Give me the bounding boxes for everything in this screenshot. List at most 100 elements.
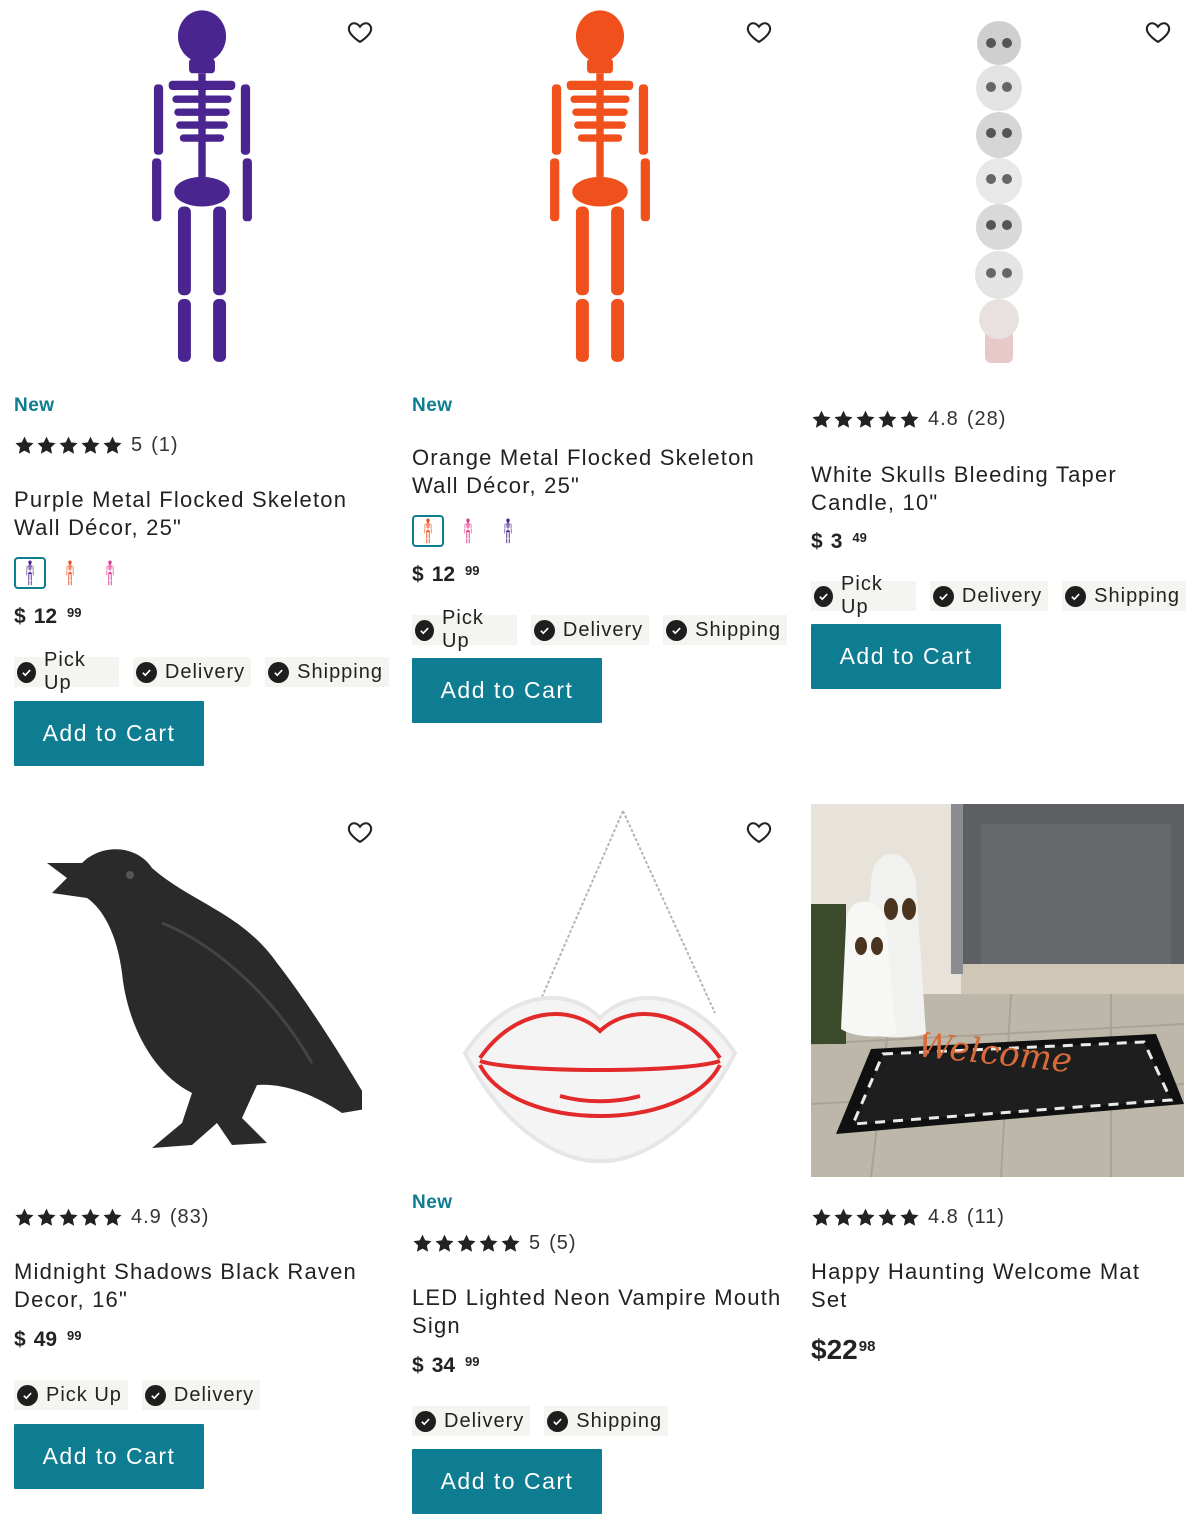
check-circle-icon (1065, 585, 1087, 607)
price-whole: 49 (33, 1328, 58, 1351)
check-circle-icon (144, 1384, 166, 1406)
neon-vampire-lips-image (462, 810, 737, 1163)
price-currency: $ (14, 605, 26, 628)
price-currency: $ (811, 530, 823, 553)
delivery-chip[interactable]: Delivery (132, 657, 252, 687)
rating[interactable]: 5 (1) (14, 434, 179, 457)
pickup-label: Pick Up (46, 1383, 122, 1406)
shipping-chip[interactable]: Shipping (265, 657, 389, 687)
color-swatches (14, 557, 126, 589)
star-rating-icons (811, 409, 920, 430)
star-icon (14, 1207, 35, 1228)
review-count: (83) (169, 1206, 210, 1228)
wishlist-heart-icon[interactable] (743, 816, 775, 848)
swatch-purple[interactable] (492, 515, 524, 547)
rating[interactable]: 4.8 (11) (811, 1206, 1005, 1229)
rating[interactable]: 4.8 (28) (811, 408, 1006, 431)
product-title[interactable]: Midnight Shadows Black Raven Decor, 16" (14, 1258, 384, 1314)
swatch-pink[interactable] (452, 515, 484, 547)
check-circle-icon (533, 619, 555, 641)
star-rating-icons (412, 1233, 521, 1254)
wishlist-heart-icon[interactable] (1142, 16, 1174, 48)
check-circle-icon (415, 1410, 436, 1432)
rating-value: 5 (529, 1232, 542, 1254)
star-icon (80, 435, 101, 456)
swatch-orange[interactable] (412, 515, 444, 547)
product-title[interactable]: Happy Haunting Welcome Mat Set (811, 1258, 1181, 1314)
price-cents: 49 (852, 530, 867, 545)
rating[interactable]: 4.9 (83) (14, 1206, 209, 1229)
star-icon (833, 409, 854, 430)
shipping-chip[interactable]: Shipping (663, 615, 787, 645)
product-title[interactable]: LED Lighted Neon Vampire Mouth Sign (412, 1284, 782, 1340)
wishlist-heart-icon[interactable] (344, 816, 376, 848)
price: $ 49 99 (14, 1328, 82, 1352)
star-icon (833, 1207, 854, 1228)
pickup-chip[interactable]: Pick Up (412, 607, 517, 652)
product-image[interactable] (412, 0, 787, 375)
pickup-chip[interactable]: Pick Up (14, 649, 119, 694)
delivery-chip[interactable]: Delivery (530, 615, 650, 645)
price-currency: $ (412, 1354, 424, 1377)
star-icon (36, 1207, 57, 1228)
add-to-cart-button[interactable]: Add to Cart (14, 701, 204, 766)
product-image[interactable] (14, 800, 389, 1175)
add-to-cart-button[interactable]: Add to Cart (412, 658, 602, 723)
add-to-cart-button[interactable]: Add to Cart (811, 624, 1001, 689)
fulfillment-options: Pick Up Delivery (14, 1380, 261, 1410)
new-badge: New (412, 395, 453, 416)
shipping-chip[interactable]: Shipping (544, 1406, 669, 1436)
price-cents: 99 (465, 1354, 480, 1369)
fulfillment-options: Delivery Shipping (412, 1406, 669, 1436)
review-count: (1) (151, 434, 179, 456)
product-title[interactable]: Purple Metal Flocked Skeleton Wall Décor… (14, 486, 384, 542)
product-image[interactable] (811, 0, 1186, 375)
delivery-label: Delivery (961, 584, 1043, 607)
wishlist-heart-icon[interactable] (743, 16, 775, 48)
star-icon (36, 435, 57, 456)
pickup-label: Pick Up (442, 607, 484, 652)
swatch-purple[interactable] (14, 557, 46, 589)
wishlist-heart-icon[interactable] (344, 16, 376, 48)
product-title[interactable]: White Skulls Bleeding Taper Candle, 10" (811, 461, 1181, 517)
price-whole: 3 (830, 530, 843, 553)
price: $ 34 99 (412, 1354, 480, 1378)
rating[interactable]: 5 (5) (412, 1232, 577, 1255)
swatch-orange[interactable] (54, 557, 86, 589)
delivery-chip[interactable]: Delivery (929, 581, 1049, 611)
product-title[interactable]: Orange Metal Flocked Skeleton Wall Décor… (412, 444, 782, 500)
price-cents: 99 (465, 563, 480, 578)
orange-skeleton-image (540, 3, 660, 373)
shipping-chip[interactable]: Shipping (1062, 581, 1186, 611)
star-icon (877, 1207, 898, 1228)
new-badge: New (412, 1192, 453, 1213)
star-icon (102, 1207, 123, 1228)
check-circle-icon (17, 661, 37, 683)
add-to-cart-button[interactable]: Add to Cart (412, 1449, 602, 1514)
check-circle-icon (135, 661, 157, 683)
price-currency: $ (412, 563, 424, 586)
black-raven-image (46, 848, 362, 1148)
shipping-label: Shipping (297, 660, 383, 683)
new-badge: New (14, 395, 55, 416)
swatch-pink[interactable] (94, 557, 126, 589)
add-to-cart-button[interactable]: Add to Cart (14, 1424, 204, 1489)
check-circle-icon (17, 1384, 38, 1406)
pickup-chip[interactable]: Pick Up (14, 1380, 128, 1410)
product-image[interactable] (14, 0, 389, 375)
price-currency: $ (14, 1328, 26, 1351)
product-image[interactable]: Welcome (811, 804, 1184, 1177)
delivery-chip[interactable]: Delivery (141, 1380, 261, 1410)
delivery-label: Delivery (173, 1383, 255, 1406)
purple-skeleton-image (142, 3, 262, 373)
star-icon (412, 1233, 433, 1254)
check-circle-icon (415, 619, 435, 641)
delivery-label: Delivery (164, 660, 246, 683)
star-icon (877, 409, 898, 430)
price-whole: 22 (826, 1334, 858, 1365)
star-icon (811, 409, 832, 430)
review-count: (11) (966, 1206, 1005, 1228)
pickup-chip[interactable]: Pick Up (811, 573, 916, 618)
delivery-chip[interactable]: Delivery (412, 1406, 531, 1436)
product-image[interactable] (412, 800, 787, 1175)
